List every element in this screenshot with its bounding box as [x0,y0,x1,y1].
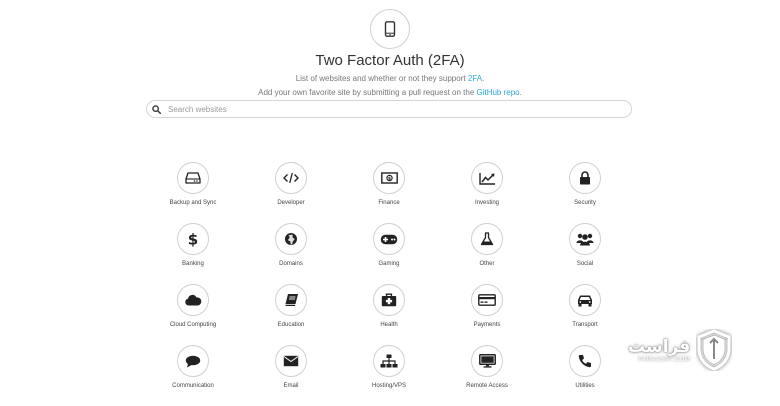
category-other[interactable]: Other [438,223,536,284]
car-icon [576,294,594,307]
medkit-icon [381,293,397,307]
line-chart-icon [478,172,496,185]
category-cloud-computing[interactable]: Cloud Computing [144,284,242,345]
lock-icon [579,171,591,185]
category-gaming[interactable]: Gaming [340,223,438,284]
category-utilities[interactable]: Utilities [536,345,634,406]
gamepad-icon [380,234,398,245]
logo [370,9,410,49]
contribute-note: Add your own favorite site by submitting… [258,88,522,97]
category-hosting-vps[interactable]: Hosting/VPS [340,345,438,406]
search-icon [152,104,166,114]
category-security[interactable]: Security [536,162,634,223]
category-education[interactable]: Education [242,284,340,345]
code-icon [283,172,299,184]
category-label: Banking [182,261,204,267]
comment-icon [185,355,201,368]
svg-text:$: $ [387,176,390,182]
category-label: Remote Access [466,383,508,389]
category-finance[interactable]: $ Finance [340,162,438,223]
users-icon [576,232,594,246]
category-email[interactable]: Email [242,345,340,406]
category-label: Cloud Computing [169,322,217,328]
flask-icon [480,232,494,246]
category-health[interactable]: Health [340,284,438,345]
watermark-text: فراست [628,337,691,357]
category-domains[interactable]: Domains [242,223,340,284]
category-grid: Backup and Sync Developer $ Finance Inve… [144,162,636,406]
book-icon [284,293,299,307]
category-label: Finance [378,200,400,206]
hard-drive-icon [185,172,201,184]
watermark-subtext: FARAASAT.COM [638,357,691,363]
category-banking[interactable]: $ Banking [144,223,242,284]
dollar-icon: $ [188,231,198,247]
credit-card-icon [478,294,496,306]
watermark: فراست FARAASAT.COM [628,326,768,374]
category-label: Other [479,261,495,267]
mobile-phone-icon [384,21,396,37]
phone-icon [578,354,592,368]
envelope-icon [283,355,299,367]
category-label: Education [277,322,305,328]
category-label: Email [283,383,299,389]
money-icon: $ [380,172,398,184]
category-label: Security [574,200,596,206]
category-label: Social [576,261,594,267]
desktop-icon [478,354,496,368]
svg-text:$: $ [188,231,198,247]
category-label: Hosting/VPS [371,383,407,389]
category-remote-access[interactable]: Remote Access [438,345,536,406]
category-developer[interactable]: Developer [242,162,340,223]
globe-icon [284,232,298,246]
github-repo-link[interactable]: GitHub repo [476,88,519,97]
search-input[interactable] [166,104,608,114]
category-label: Gaming [378,261,400,267]
page-subtitle: List of websites and whether or not they… [295,74,485,83]
shield-logo-icon [696,329,732,371]
category-label: Communication [172,383,214,389]
sitemap-icon [380,354,398,368]
category-social[interactable]: Social [536,223,634,284]
category-investing[interactable]: Investing [438,162,536,223]
category-label: Domains [279,261,303,267]
category-transport[interactable]: Transport [536,284,634,345]
category-label: Transport [572,322,598,328]
category-communication[interactable]: Communication [144,345,242,406]
category-label: Payments [473,322,501,328]
search-bar[interactable] [146,100,632,118]
cloud-icon [184,294,202,306]
category-label: Backup and Sync [169,200,217,206]
category-label: Investing [474,200,499,206]
category-label: Health [380,322,398,328]
2fa-link[interactable]: 2FA [468,74,482,83]
category-backup-and-sync[interactable]: Backup and Sync [144,162,242,223]
category-label: Developer [277,200,305,206]
category-label: Utilities [575,383,595,389]
page-title: Two Factor Auth (2FA) [315,52,465,69]
category-payments[interactable]: Payments [438,284,536,345]
